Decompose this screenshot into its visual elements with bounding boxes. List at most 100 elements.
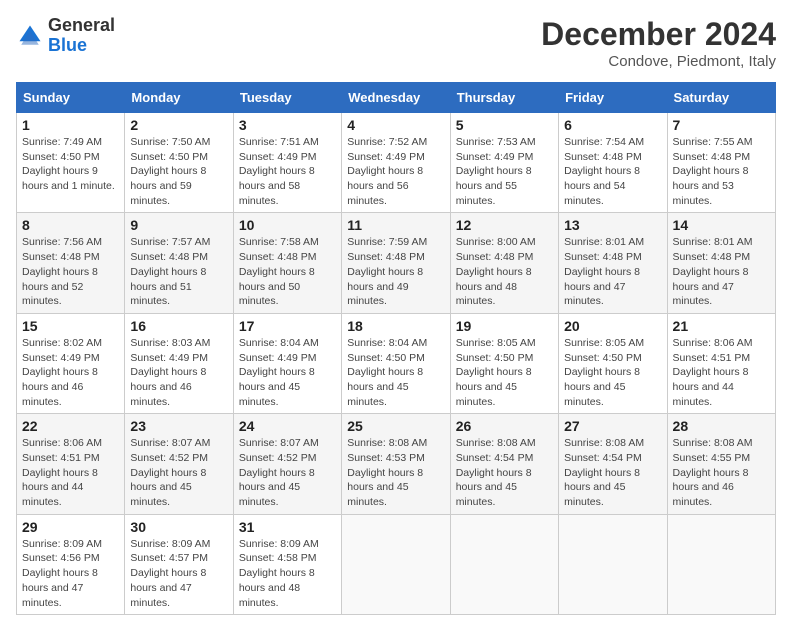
day-info: Sunrise: 8:08 AMSunset: 4:54 PMDaylight … <box>564 436 661 509</box>
day-info: Sunrise: 7:50 AMSunset: 4:50 PMDaylight … <box>130 135 227 208</box>
day-number: 19 <box>456 318 553 334</box>
calendar-cell: 28 Sunrise: 8:08 AMSunset: 4:55 PMDayligh… <box>667 414 775 514</box>
calendar-table: SundayMondayTuesdayWednesdayThursdayFrid… <box>16 82 776 615</box>
day-info: Sunrise: 8:08 AMSunset: 4:53 PMDaylight … <box>347 436 444 509</box>
day-info: Sunrise: 8:02 AMSunset: 4:49 PMDaylight … <box>22 336 119 409</box>
day-number: 9 <box>130 217 227 233</box>
day-number: 4 <box>347 117 444 133</box>
day-number: 23 <box>130 418 227 434</box>
calendar-cell: 29Sunrise: 8:09 AMSunset: 4:56 PMDayligh… <box>17 514 125 614</box>
day-number: 27 <box>564 418 661 434</box>
day-number: 12 <box>456 217 553 233</box>
calendar-cell: 20 Sunrise: 8:05 AMSunset: 4:50 PMDayligh… <box>559 313 667 413</box>
title-section: December 2024 Condove, Piedmont, Italy <box>541 16 776 70</box>
calendar-cell: 5 Sunrise: 7:53 AMSunset: 4:49 PMDaylight… <box>450 113 558 213</box>
calendar-cell: 2 Sunrise: 7:50 AMSunset: 4:50 PMDaylight… <box>125 113 233 213</box>
day-number: 20 <box>564 318 661 334</box>
calendar-cell: 25 Sunrise: 8:08 AMSunset: 4:53 PMDayligh… <box>342 414 450 514</box>
day-number: 14 <box>673 217 770 233</box>
day-number: 15 <box>22 318 119 334</box>
day-info: Sunrise: 8:07 AMSunset: 4:52 PMDaylight … <box>239 436 336 509</box>
calendar-cell <box>342 514 450 614</box>
month-year: December 2024 <box>541 16 776 53</box>
day-number: 2 <box>130 117 227 133</box>
calendar-cell: 31 Sunrise: 8:09 AMSunset: 4:58 PMDayligh… <box>233 514 341 614</box>
weekday-header-wednesday: Wednesday <box>342 83 450 113</box>
day-info: Sunrise: 8:09 AMSunset: 4:58 PMDaylight … <box>239 537 336 610</box>
calendar-week-row: 1 Sunrise: 7:49 AMSunset: 4:50 PMDaylight… <box>17 113 776 213</box>
weekday-header-tuesday: Tuesday <box>233 83 341 113</box>
day-info: Sunrise: 8:00 AMSunset: 4:48 PMDaylight … <box>456 235 553 308</box>
calendar-cell <box>667 514 775 614</box>
day-info: Sunrise: 7:54 AMSunset: 4:48 PMDaylight … <box>564 135 661 208</box>
day-info: Sunrise: 7:55 AMSunset: 4:48 PMDaylight … <box>673 135 770 208</box>
day-info: Sunrise: 8:09 AMSunset: 4:56 PMDaylight … <box>22 537 119 610</box>
day-number: 26 <box>456 418 553 434</box>
location: Condove, Piedmont, Italy <box>541 53 776 70</box>
day-info: Sunrise: 7:51 AMSunset: 4:49 PMDaylight … <box>239 135 336 208</box>
day-info: Sunrise: 7:49 AMSunset: 4:50 PMDaylight … <box>22 135 119 194</box>
day-info: Sunrise: 8:05 AMSunset: 4:50 PMDaylight … <box>564 336 661 409</box>
calendar-cell: 16 Sunrise: 8:03 AMSunset: 4:49 PMDayligh… <box>125 313 233 413</box>
day-info: Sunrise: 7:56 AMSunset: 4:48 PMDaylight … <box>22 235 119 308</box>
day-info: Sunrise: 8:01 AMSunset: 4:48 PMDaylight … <box>673 235 770 308</box>
calendar-cell: 27 Sunrise: 8:08 AMSunset: 4:54 PMDayligh… <box>559 414 667 514</box>
calendar-week-row: 22Sunrise: 8:06 AMSunset: 4:51 PMDayligh… <box>17 414 776 514</box>
day-info: Sunrise: 7:52 AMSunset: 4:49 PMDaylight … <box>347 135 444 208</box>
day-info: Sunrise: 8:04 AMSunset: 4:49 PMDaylight … <box>239 336 336 409</box>
weekday-header-sunday: Sunday <box>17 83 125 113</box>
calendar-cell: 15 Sunrise: 8:02 AMSunset: 4:49 PMDayligh… <box>17 313 125 413</box>
day-number: 24 <box>239 418 336 434</box>
day-info: Sunrise: 8:08 AMSunset: 4:55 PMDaylight … <box>673 436 770 509</box>
day-number: 6 <box>564 117 661 133</box>
calendar-cell: 18 Sunrise: 8:04 AMSunset: 4:50 PMDayligh… <box>342 313 450 413</box>
day-info: Sunrise: 8:04 AMSunset: 4:50 PMDaylight … <box>347 336 444 409</box>
day-info: Sunrise: 8:01 AMSunset: 4:48 PMDaylight … <box>564 235 661 308</box>
calendar-cell: 6 Sunrise: 7:54 AMSunset: 4:48 PMDaylight… <box>559 113 667 213</box>
calendar-cell: 3 Sunrise: 7:51 AMSunset: 4:49 PMDaylight… <box>233 113 341 213</box>
day-info: Sunrise: 8:09 AMSunset: 4:57 PMDaylight … <box>130 537 227 610</box>
calendar-cell: 10Sunrise: 7:58 AMSunset: 4:48 PMDayligh… <box>233 213 341 313</box>
day-info: Sunrise: 8:07 AMSunset: 4:52 PMDaylight … <box>130 436 227 509</box>
calendar-cell: 30 Sunrise: 8:09 AMSunset: 4:57 PMDayligh… <box>125 514 233 614</box>
calendar-week-row: 8 Sunrise: 7:56 AMSunset: 4:48 PMDaylight… <box>17 213 776 313</box>
day-number: 31 <box>239 519 336 535</box>
day-info: Sunrise: 8:06 AMSunset: 4:51 PMDaylight … <box>22 436 119 509</box>
weekday-header-thursday: Thursday <box>450 83 558 113</box>
calendar-cell: 21Sunrise: 8:06 AMSunset: 4:51 PMDayligh… <box>667 313 775 413</box>
logo: General Blue <box>16 16 115 56</box>
logo-general: General <box>48 15 115 35</box>
day-number: 25 <box>347 418 444 434</box>
weekday-header-saturday: Saturday <box>667 83 775 113</box>
calendar-cell: 11Sunrise: 7:59 AMSunset: 4:48 PMDayligh… <box>342 213 450 313</box>
day-info: Sunrise: 7:53 AMSunset: 4:49 PMDaylight … <box>456 135 553 208</box>
day-number: 13 <box>564 217 661 233</box>
logo-icon <box>16 22 44 50</box>
day-number: 18 <box>347 318 444 334</box>
calendar-cell: 12 Sunrise: 8:00 AMSunset: 4:48 PMDayligh… <box>450 213 558 313</box>
calendar-cell: 9 Sunrise: 7:57 AMSunset: 4:48 PMDaylight… <box>125 213 233 313</box>
calendar-cell: 4 Sunrise: 7:52 AMSunset: 4:49 PMDaylight… <box>342 113 450 213</box>
day-info: Sunrise: 8:05 AMSunset: 4:50 PMDaylight … <box>456 336 553 409</box>
weekday-header-friday: Friday <box>559 83 667 113</box>
calendar-cell: 19 Sunrise: 8:05 AMSunset: 4:50 PMDayligh… <box>450 313 558 413</box>
day-number: 17 <box>239 318 336 334</box>
calendar-week-row: 15 Sunrise: 8:02 AMSunset: 4:49 PMDayligh… <box>17 313 776 413</box>
calendar-week-row: 29Sunrise: 8:09 AMSunset: 4:56 PMDayligh… <box>17 514 776 614</box>
day-info: Sunrise: 7:57 AMSunset: 4:48 PMDaylight … <box>130 235 227 308</box>
day-info: Sunrise: 8:06 AMSunset: 4:51 PMDaylight … <box>673 336 770 409</box>
calendar-cell: 23 Sunrise: 8:07 AMSunset: 4:52 PMDayligh… <box>125 414 233 514</box>
weekday-header-row: SundayMondayTuesdayWednesdayThursdayFrid… <box>17 83 776 113</box>
day-number: 8 <box>22 217 119 233</box>
calendar-cell: 14 Sunrise: 8:01 AMSunset: 4:48 PMDayligh… <box>667 213 775 313</box>
calendar-cell: 22Sunrise: 8:06 AMSunset: 4:51 PMDayligh… <box>17 414 125 514</box>
day-number: 11 <box>347 217 444 233</box>
calendar-cell: 17 Sunrise: 8:04 AMSunset: 4:49 PMDayligh… <box>233 313 341 413</box>
day-number: 16 <box>130 318 227 334</box>
day-number: 1 <box>22 117 119 133</box>
day-number: 3 <box>239 117 336 133</box>
day-number: 5 <box>456 117 553 133</box>
day-number: 28 <box>673 418 770 434</box>
day-number: 30 <box>130 519 227 535</box>
day-info: Sunrise: 8:03 AMSunset: 4:49 PMDaylight … <box>130 336 227 409</box>
